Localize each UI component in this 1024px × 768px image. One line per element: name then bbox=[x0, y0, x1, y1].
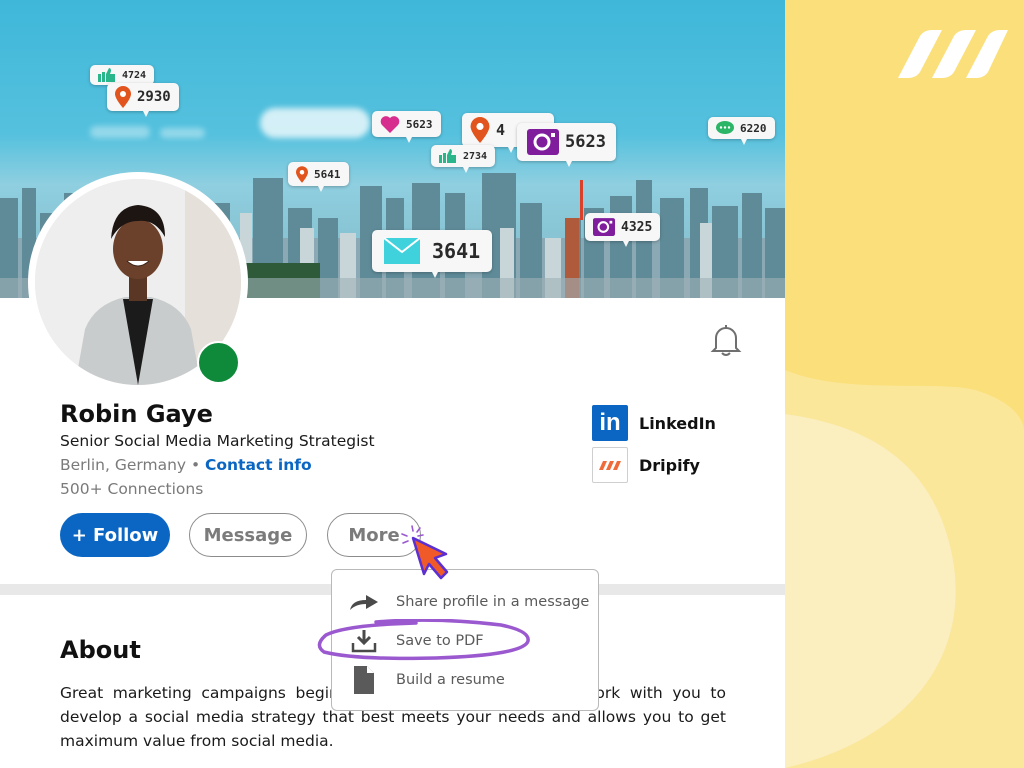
stat-bubble: 6220 bbox=[708, 117, 775, 145]
stat-bubble: 4325 bbox=[585, 213, 661, 247]
location-pin-icon bbox=[470, 117, 490, 143]
stat-value: 3641 bbox=[432, 239, 481, 263]
cloud bbox=[90, 126, 150, 138]
link-dripify[interactable]: Dripify bbox=[592, 447, 716, 483]
stat-bubble: 5623 bbox=[372, 111, 441, 143]
follow-button[interactable]: + Follow bbox=[60, 513, 170, 557]
stat-value: 4 bbox=[496, 121, 506, 139]
menu-item-save-to-pdf[interactable]: Save to PDF bbox=[332, 623, 600, 659]
mail-icon bbox=[384, 238, 420, 264]
cloud bbox=[160, 128, 205, 138]
menu-item-build-resume[interactable]: Build a resume bbox=[332, 662, 600, 698]
stat-bubble: 5641 bbox=[288, 162, 349, 192]
stat-bubble: 2734 bbox=[431, 145, 496, 173]
instagram-icon bbox=[593, 218, 615, 236]
instagram-icon bbox=[527, 129, 559, 155]
contact-info-link[interactable]: Contact info bbox=[205, 456, 312, 474]
share-arrow-icon bbox=[332, 593, 396, 611]
dripify-icon bbox=[592, 447, 628, 483]
more-button[interactable]: More bbox=[327, 513, 421, 557]
menu-item-label: Save to PDF bbox=[396, 633, 484, 649]
stat-value: 4724 bbox=[122, 69, 147, 81]
location-pin-icon bbox=[115, 86, 131, 108]
document-icon bbox=[332, 666, 396, 694]
cloud bbox=[260, 108, 370, 138]
stat-value: 6220 bbox=[740, 121, 767, 135]
stat-value: 2734 bbox=[463, 150, 488, 162]
stat-value: 2930 bbox=[137, 89, 171, 105]
stat-value: 4325 bbox=[621, 219, 653, 235]
stat-bubble: 3641 bbox=[372, 230, 493, 278]
location-pin-icon bbox=[296, 165, 308, 183]
link-label: LinkedIn bbox=[639, 413, 716, 433]
profile-name: Robin Gaye bbox=[60, 400, 213, 428]
profile-card: 4724 2930 5623 4 2734 5623 6220 5641 432… bbox=[0, 0, 785, 768]
message-button[interactable]: Message bbox=[189, 513, 307, 557]
bell-icon[interactable] bbox=[710, 322, 742, 358]
decorative-background bbox=[785, 0, 1024, 768]
stat-bubble: 2930 bbox=[107, 83, 179, 117]
download-icon bbox=[332, 629, 396, 653]
more-dropdown-menu: Share profile in a message Save to PDF B… bbox=[331, 569, 599, 711]
menu-item-label: Share profile in a message bbox=[396, 594, 590, 610]
heart-icon bbox=[380, 116, 400, 133]
menu-item-share-profile[interactable]: Share profile in a message bbox=[332, 584, 600, 620]
stat-value: 5623 bbox=[565, 132, 606, 152]
online-status-indicator bbox=[197, 341, 240, 384]
link-label: Dripify bbox=[639, 455, 700, 475]
thumbs-up-icon bbox=[98, 68, 115, 82]
link-linkedin[interactable]: in LinkedIn bbox=[592, 405, 716, 441]
stat-value: 5641 bbox=[314, 167, 341, 181]
chat-bubble-icon bbox=[716, 121, 734, 134]
dripify-logo-icon bbox=[898, 30, 1008, 78]
thumbs-up-icon bbox=[439, 149, 456, 163]
stat-bubble: 4724 bbox=[90, 65, 155, 91]
stat-bubble: 5623 bbox=[517, 123, 616, 167]
about-heading: About bbox=[60, 636, 141, 664]
stat-value: 5623 bbox=[406, 117, 433, 131]
profile-headline: Senior Social Media Marketing Strategist bbox=[60, 432, 375, 450]
connections-count[interactable]: 500+ Connections bbox=[60, 480, 203, 498]
profile-location: Berlin, Germany • bbox=[60, 456, 201, 474]
menu-item-label: Build a resume bbox=[396, 672, 505, 688]
profile-links: in LinkedIn Dripify bbox=[592, 405, 716, 489]
linkedin-icon: in bbox=[592, 405, 628, 441]
